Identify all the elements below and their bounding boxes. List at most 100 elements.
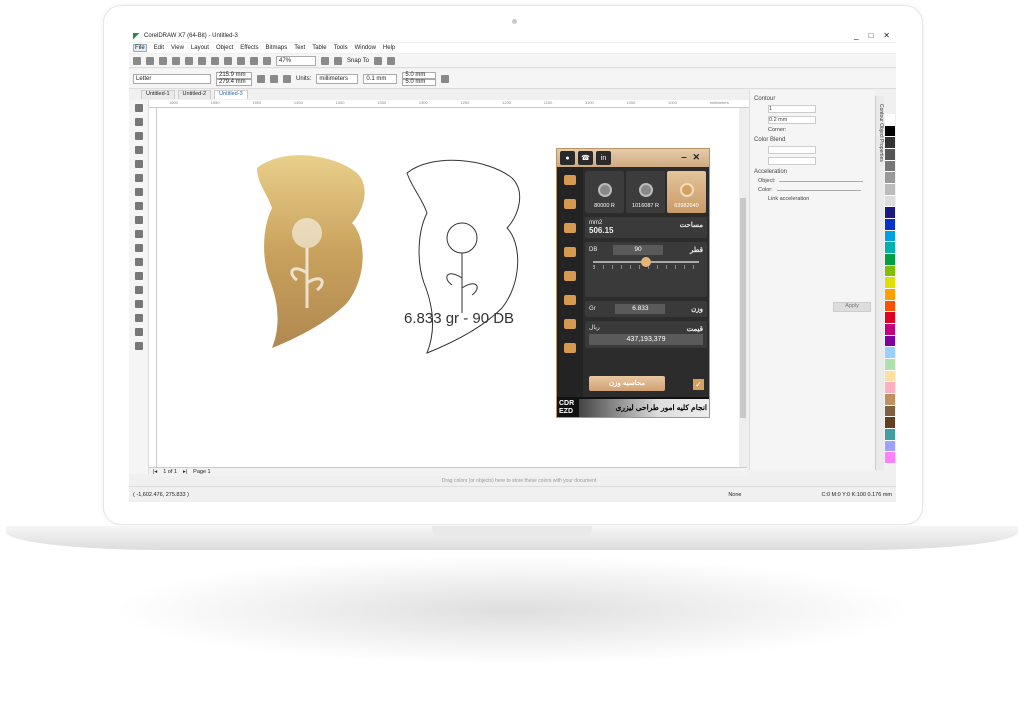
open-icon[interactable] (146, 56, 154, 65)
parallel-dimension-icon[interactable] (134, 244, 143, 252)
close-button[interactable]: ✕ (883, 31, 890, 40)
menu-window[interactable]: Window (355, 45, 376, 51)
dup-y-field[interactable]: 5.0 mm (402, 78, 437, 86)
zoom-tool-icon[interactable] (134, 146, 143, 154)
apply-button[interactable]: Apply (833, 302, 871, 312)
color-swatch[interactable] (885, 417, 895, 430)
shape-tool-icon[interactable] (134, 118, 143, 126)
fill-color-picker[interactable] (768, 157, 816, 165)
menu-tools[interactable]: Tools (334, 45, 348, 51)
save-icon[interactable] (159, 56, 167, 65)
whatsapp-icon[interactable]: ☎ (578, 151, 593, 165)
tab-untitled-2[interactable]: Untitled-2 (177, 90, 212, 99)
color-swatch[interactable] (885, 382, 895, 395)
new-icon[interactable] (133, 56, 141, 65)
menu-table[interactable]: Table (312, 45, 326, 51)
outline-color-picker[interactable] (768, 146, 816, 154)
color-swatch[interactable] (885, 289, 895, 301)
color-slider[interactable] (776, 189, 861, 191)
logo-icon[interactable] (564, 175, 576, 185)
color-swatch[interactable] (885, 207, 895, 220)
scroll-thumb[interactable] (740, 198, 746, 418)
gold-monogram[interactable] (257, 155, 365, 348)
import-icon[interactable] (250, 56, 258, 65)
tab-untitled-1[interactable]: Untitled-1 (141, 90, 175, 99)
menu-effects[interactable]: Effects (240, 45, 258, 51)
launch-icon[interactable] (386, 56, 395, 65)
calculate-weight-button[interactable]: محاسبه وزن (589, 376, 665, 391)
color-swatch[interactable] (885, 195, 895, 208)
snap-to-button[interactable]: Snap To (347, 58, 369, 64)
page-tab[interactable]: Page 1 (193, 469, 210, 475)
material-card-1[interactable]: 80000 R (585, 171, 624, 213)
bar-chart-icon[interactable] (564, 271, 576, 281)
interactive-fill-icon[interactable] (134, 314, 143, 322)
color-swatch[interactable] (885, 312, 895, 325)
object-slider[interactable] (779, 180, 864, 182)
page-height-field[interactable]: 279.4 mm (216, 78, 252, 86)
color-swatch[interactable] (885, 265, 895, 278)
thickness-slider[interactable] (593, 257, 699, 267)
polygon-tool-icon[interactable] (134, 216, 143, 224)
linkedin-icon[interactable]: in (596, 151, 611, 165)
color-swatch[interactable] (885, 324, 895, 336)
maximize-button[interactable]: □ (868, 31, 873, 40)
color-swatch[interactable] (885, 405, 895, 418)
menu-object[interactable]: Object (216, 45, 233, 51)
offset-field[interactable]: 0.2 mm (768, 116, 816, 124)
color-swatch[interactable] (885, 359, 895, 371)
color-swatch[interactable] (885, 335, 895, 348)
color-swatch[interactable] (885, 440, 895, 453)
landscape-icon[interactable] (270, 74, 278, 83)
color-swatch[interactable] (885, 277, 895, 290)
color-swatch[interactable] (885, 370, 895, 383)
color-swatch[interactable] (885, 429, 895, 441)
cut-icon[interactable] (185, 56, 193, 65)
menu-icon[interactable] (564, 319, 576, 329)
plugin-window-controls[interactable]: ‒✕ (681, 152, 706, 163)
color-swatch[interactable] (885, 149, 895, 161)
color-palette[interactable] (885, 114, 895, 465)
crop-tool-icon[interactable] (134, 132, 143, 140)
thickness-input[interactable]: 90 (613, 245, 664, 255)
color-swatch[interactable] (885, 125, 895, 138)
export-icon[interactable] (263, 56, 271, 65)
slider-knob[interactable] (641, 257, 651, 267)
full-screen-icon[interactable] (321, 56, 329, 65)
color-swatch[interactable] (885, 254, 895, 266)
download-icon[interactable] (564, 343, 576, 353)
units-select[interactable]: millimeters (316, 73, 359, 84)
material-card-3[interactable]: 63982640 (667, 171, 706, 213)
user-icon[interactable]: ● (560, 151, 575, 165)
text-tool-icon[interactable] (134, 230, 143, 238)
drop-shadow-icon[interactable] (134, 272, 143, 280)
steps-field[interactable]: 1 (768, 105, 816, 113)
menu-view[interactable]: View (171, 45, 184, 51)
copy-icon[interactable] (198, 56, 206, 65)
freehand-tool-icon[interactable] (134, 160, 143, 168)
all-pages-icon[interactable] (283, 74, 291, 83)
add-tool-icon[interactable] (134, 342, 143, 350)
docker-side-tabs[interactable]: Contour Object Properties (875, 96, 884, 470)
minimize-button[interactable]: _ (854, 31, 858, 40)
area-chart-icon[interactable] (564, 199, 576, 209)
paste-icon[interactable] (211, 56, 219, 65)
artistic-media-icon[interactable] (134, 174, 143, 182)
menu-file[interactable]: File (133, 44, 147, 52)
color-swatch[interactable] (885, 114, 895, 126)
transparency-tool-icon[interactable] (134, 286, 143, 294)
connector-tool-icon[interactable] (134, 258, 143, 266)
eyedropper-icon[interactable] (134, 300, 143, 308)
color-swatch[interactable] (885, 172, 895, 185)
ellipse-tool-icon[interactable] (134, 202, 143, 210)
rulers-icon[interactable] (334, 56, 342, 65)
first-page-icon[interactable]: |◂ (153, 469, 157, 475)
signal-icon[interactable] (564, 223, 576, 233)
color-swatch[interactable] (885, 394, 895, 406)
color-swatch[interactable] (885, 452, 895, 465)
page-options-icon[interactable] (441, 74, 450, 83)
menu-text[interactable]: Text (294, 45, 305, 51)
color-swatch[interactable] (885, 230, 895, 243)
portrait-icon[interactable] (257, 74, 265, 83)
color-swatch[interactable] (885, 219, 895, 231)
